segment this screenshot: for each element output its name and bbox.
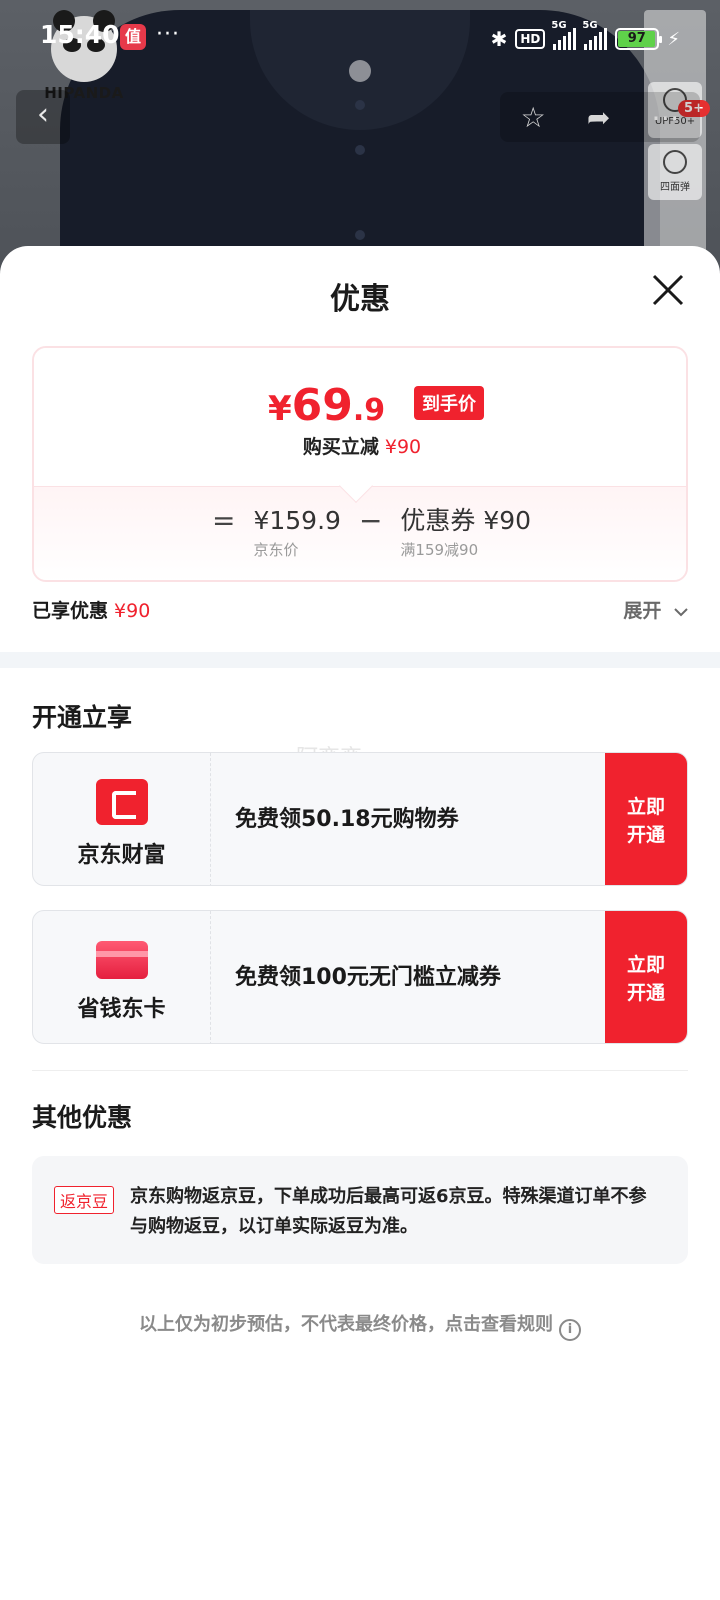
coupon-term: 优惠券 ¥90 满159减90 <box>400 505 531 560</box>
status-icons: ✱ HD 5G 5G 97 ⚡ <box>490 20 680 54</box>
more-notifications-icon: ··· <box>156 22 180 47</box>
jd-price-label: 京东价 <box>253 541 299 559</box>
activate-label: 立即开通 <box>626 954 665 1004</box>
offer-brand: 京东财富 <box>33 753 211 885</box>
coupon-value: 优惠券 ¥90 <box>400 506 532 535</box>
status-bar: 15:40 值 ··· ✱ HD 5G 5G 97 ⚡ <box>0 18 720 62</box>
enjoyed-label: 已享优惠 <box>32 600 109 622</box>
section-divider <box>0 652 720 668</box>
enjoyed-discount: 已享优惠 ¥90 <box>32 596 150 623</box>
price-breakdown-card: ¥69.9 到手价 购买立减 ¥90 = ¥159.9 京东价 − 优惠券 ¥90… <box>32 346 688 582</box>
final-price-decimal: .9 <box>352 393 386 428</box>
discount-value: ¥90 <box>384 436 422 458</box>
chevron-left-icon: ‹ <box>37 97 49 132</box>
charging-icon: ⚡ <box>667 28 680 50</box>
jd-price-term: ¥159.9 京东价 <box>253 505 340 560</box>
feature-tag-label: 四面弹 <box>660 182 690 193</box>
shirt-button <box>355 230 365 240</box>
info-icon[interactable]: i <box>559 1319 581 1341</box>
final-price-integer: 69 <box>291 380 353 431</box>
offer-text: 免费领50.18元购物券 <box>235 807 459 832</box>
jd-price: ¥159.9 <box>253 506 341 535</box>
back-button[interactable]: ‹ <box>16 90 70 144</box>
rules-link[interactable]: 以上仅为初步预估，不代表最终价格，点击查看规则 i <box>0 1310 720 1341</box>
rebate-text: 京东购物返京豆，下单成功后最高可返6京豆。特殊渠道订单不参与购物返豆，以订单实际… <box>130 1186 647 1237</box>
activate-label: 立即开通 <box>626 796 665 846</box>
chevron-down-icon <box>674 607 688 616</box>
shirt-button <box>355 145 365 155</box>
hd-icon: HD <box>515 29 546 49</box>
final-price-area: ¥69.9 到手价 购买立减 ¥90 <box>34 348 686 486</box>
card-logo-icon <box>95 941 148 979</box>
offer-name: 省钱东卡 <box>77 997 166 1022</box>
signal-icon: 5G <box>551 20 577 50</box>
enjoyed-value: ¥90 <box>114 600 151 622</box>
rebate-tag: 返京豆 <box>54 1186 115 1214</box>
clock: 15:40 <box>40 20 120 49</box>
footer-note-text: 以上仅为初步预估，不代表最终价格，点击查看规则 <box>139 1314 553 1335</box>
stretch-icon <box>663 150 687 174</box>
discount-line: 购买立减 ¥90 <box>34 432 686 459</box>
jd-wealth-logo-icon <box>95 779 148 825</box>
expand-label: 展开 <box>623 600 662 622</box>
offer-name: 京东财富 <box>77 843 166 868</box>
more-icon[interactable]: ⋯ <box>651 101 679 134</box>
battery-icon: 97 <box>615 28 663 50</box>
open-section-title: 开通立享 <box>32 703 133 732</box>
divider <box>32 1070 688 1071</box>
jd-bean-rebate-box: 返京豆 京东购物返京豆，下单成功后最高可返6京豆。特殊渠道订单不参与购物返豆，以… <box>32 1156 688 1264</box>
final-price: ¥69.9 <box>268 380 385 431</box>
discount-label: 购买立减 <box>302 436 379 458</box>
other-section-title: 其他优惠 <box>32 1103 133 1132</box>
offer-text: 免费领100元无门槛立减券 <box>235 965 501 990</box>
top-actions: ☆ ➦ ⋯ <box>500 92 700 142</box>
signal-icon: 5G <box>582 20 608 50</box>
bluetooth-icon: ✱ <box>490 27 508 51</box>
offer-card-jd-wealth[interactable]: 京东财富 免费领50.18元购物券 立即开通 <box>32 752 688 886</box>
equals-sign: = <box>212 504 236 537</box>
shirt-button <box>355 100 365 110</box>
app-notification-icon: 值 <box>120 24 146 50</box>
feature-tag: 四面弹 <box>648 144 702 200</box>
shirt-logo <box>349 60 371 82</box>
currency-symbol: ¥ <box>268 389 292 429</box>
coupon-rule: 满159减90 <box>400 541 479 559</box>
price-formula: = ¥159.9 京东价 − 优惠券 ¥90 满159减90 <box>212 505 531 560</box>
battery-level: 97 <box>618 31 656 47</box>
activate-button[interactable]: 立即开通 <box>605 753 687 885</box>
star-icon[interactable]: ☆ <box>521 101 546 134</box>
offer-card-saving-card[interactable]: 省钱东卡 免费领100元无门槛立减券 立即开通 <box>32 910 688 1044</box>
price-formula-area: = ¥159.9 京东价 − 优惠券 ¥90 满159减90 <box>34 486 686 580</box>
share-icon[interactable]: ➦ <box>587 101 610 134</box>
activate-button[interactable]: 立即开通 <box>605 911 687 1043</box>
offer-brand: 省钱东卡 <box>33 911 211 1043</box>
final-price-badge: 到手价 <box>414 386 484 420</box>
close-icon[interactable] <box>646 268 690 312</box>
sheet-title: 优惠 <box>330 282 390 317</box>
minus-sign: − <box>358 504 383 537</box>
expand-button[interactable]: 展开 <box>623 596 690 623</box>
discount-sheet: 优惠 ¥69.9 到手价 购买立减 ¥90 = ¥159.9 京东价 − 优惠券… <box>0 246 720 1600</box>
